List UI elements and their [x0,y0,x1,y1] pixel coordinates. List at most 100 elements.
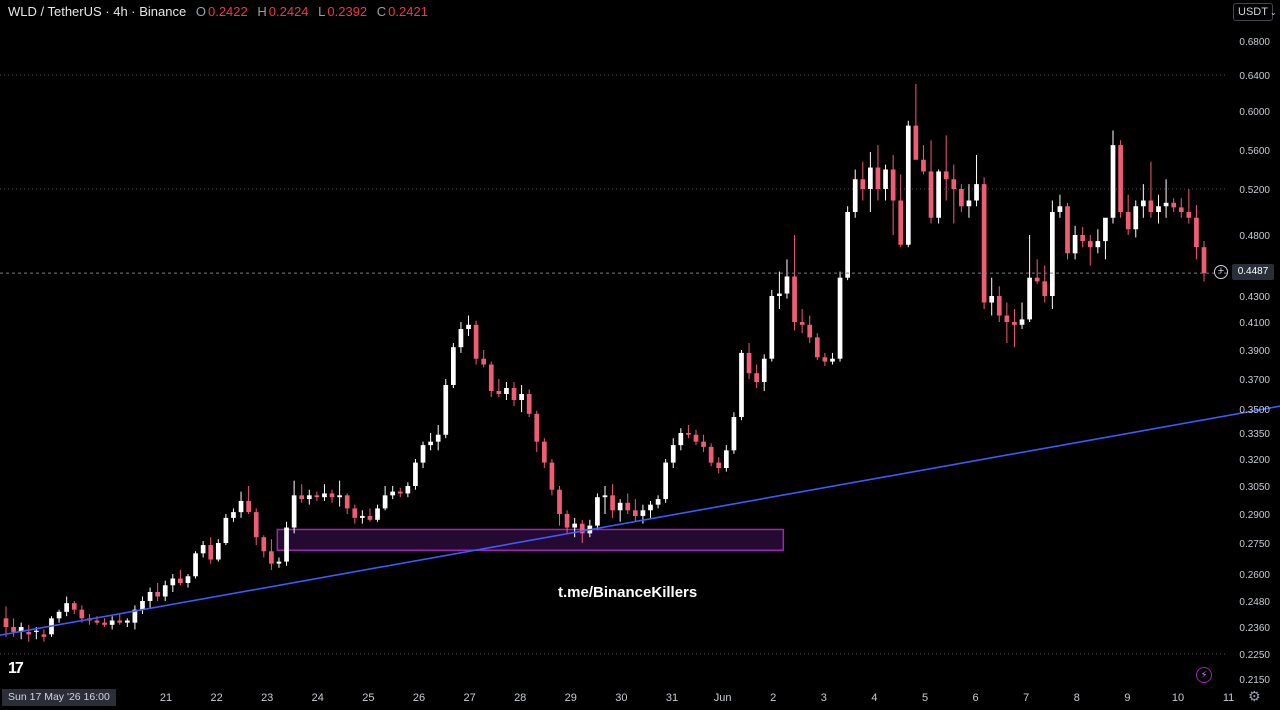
candle-body[interactable] [496,391,502,394]
candle-body[interactable] [56,611,62,619]
candle-body[interactable] [284,527,289,562]
candle-body[interactable] [1171,202,1177,208]
plus-circle-icon[interactable]: + [1214,265,1228,279]
candle-body[interactable] [466,324,471,329]
candle-body[interactable] [761,358,767,382]
candle-body[interactable] [708,446,714,463]
candle-body[interactable] [693,434,699,442]
candle-body[interactable] [1034,277,1040,282]
candle-body[interactable] [420,445,426,463]
candle-body[interactable] [875,167,881,189]
candle-body[interactable] [830,358,835,362]
candle-body[interactable] [746,352,752,374]
candle-body[interactable] [253,512,259,538]
candle-body[interactable] [382,495,388,509]
flash-icon[interactable]: ⚡ [1196,667,1212,683]
candle-body[interactable] [989,296,995,303]
candle-body[interactable] [951,179,957,189]
candle-body[interactable] [451,347,456,385]
candle-body[interactable] [1140,200,1146,207]
candle-body[interactable] [534,413,540,442]
candle-body[interactable] [784,276,790,294]
candle-body[interactable] [549,462,555,490]
candle-body[interactable] [1118,145,1123,212]
candle-body[interactable] [905,125,911,245]
candle-body[interactable] [117,620,123,623]
candle-body[interactable] [701,441,706,447]
candle-body[interactable] [678,433,684,446]
candle-body[interactable] [1186,212,1192,218]
candle-body[interactable] [602,495,608,498]
candle-body[interactable] [155,592,160,597]
candle-body[interactable] [41,634,47,637]
candle-body[interactable] [344,495,350,509]
candle-body[interactable] [208,545,214,560]
candle-body[interactable] [238,500,244,513]
candle-body[interactable] [822,357,828,362]
candle-body[interactable] [26,631,32,635]
candle-body[interactable] [898,200,904,245]
candle-body[interactable] [124,620,130,623]
candle-body[interactable] [1072,235,1078,254]
candle-body[interactable] [162,585,168,597]
candle-body[interactable] [670,445,676,463]
candle-body[interactable] [1125,212,1131,230]
candle-body[interactable] [1019,319,1025,325]
candle-body[interactable] [215,543,221,560]
candle-body[interactable] [306,495,312,500]
candle-body[interactable] [231,512,236,518]
candle-body[interactable] [276,561,282,564]
candle-body[interactable] [246,500,251,513]
candle-body[interactable] [337,495,342,498]
candle-body[interactable] [519,394,524,400]
candle-body[interactable] [557,489,562,514]
currency-selector[interactable]: USDT ⌄ [1233,3,1277,21]
candle-body[interactable] [981,184,987,303]
candle-body[interactable] [1080,235,1086,242]
candle-body[interactable] [640,510,646,516]
candle-body[interactable] [648,504,653,511]
candle-body[interactable] [625,502,631,511]
candle-body[interactable] [1110,145,1116,218]
candle-body[interactable] [1004,315,1010,323]
candle-body[interactable] [1163,202,1169,207]
candle-body[interactable] [390,491,396,496]
candle-body[interactable] [792,276,797,322]
candle-body[interactable] [723,450,729,468]
candle-body[interactable] [405,486,411,494]
candle-body[interactable] [663,462,669,500]
candle-body[interactable] [739,352,744,417]
candle-body[interactable] [291,495,297,528]
candle-body[interactable] [966,200,972,207]
candle-body[interactable] [632,510,638,516]
candle-body[interactable] [686,433,691,435]
candle-body[interactable] [921,159,926,172]
candle-body[interactable] [193,553,198,577]
candle-body[interactable] [1194,217,1199,248]
candle-body[interactable] [322,493,327,498]
candle-body[interactable] [504,388,509,394]
candle-body[interactable] [799,322,805,325]
candle-body[interactable] [185,576,191,583]
trendline-line[interactable] [0,405,1280,642]
candle-body[interactable] [1042,281,1048,296]
candle-body[interactable] [731,417,737,451]
gear-icon[interactable]: ⚙ [1248,688,1261,705]
candle-body[interactable] [71,603,77,610]
candle-body[interactable] [572,523,578,528]
candle-body[interactable] [3,618,9,627]
candle-body[interactable] [564,514,570,528]
candle-body[interactable] [959,189,964,207]
candle-body[interactable] [1087,241,1093,248]
candle-body[interactable] [807,324,813,338]
candle-body[interactable] [1103,217,1108,242]
candle-body[interactable] [837,277,843,359]
candle-body[interactable] [200,545,206,554]
candle-body[interactable] [435,434,441,442]
candle-body[interactable] [777,293,782,296]
candle-body[interactable] [860,179,866,189]
candle-body[interactable] [1133,206,1139,230]
candle-body[interactable] [928,171,934,218]
candle-body[interactable] [170,578,176,586]
candle-body[interactable] [974,184,979,201]
